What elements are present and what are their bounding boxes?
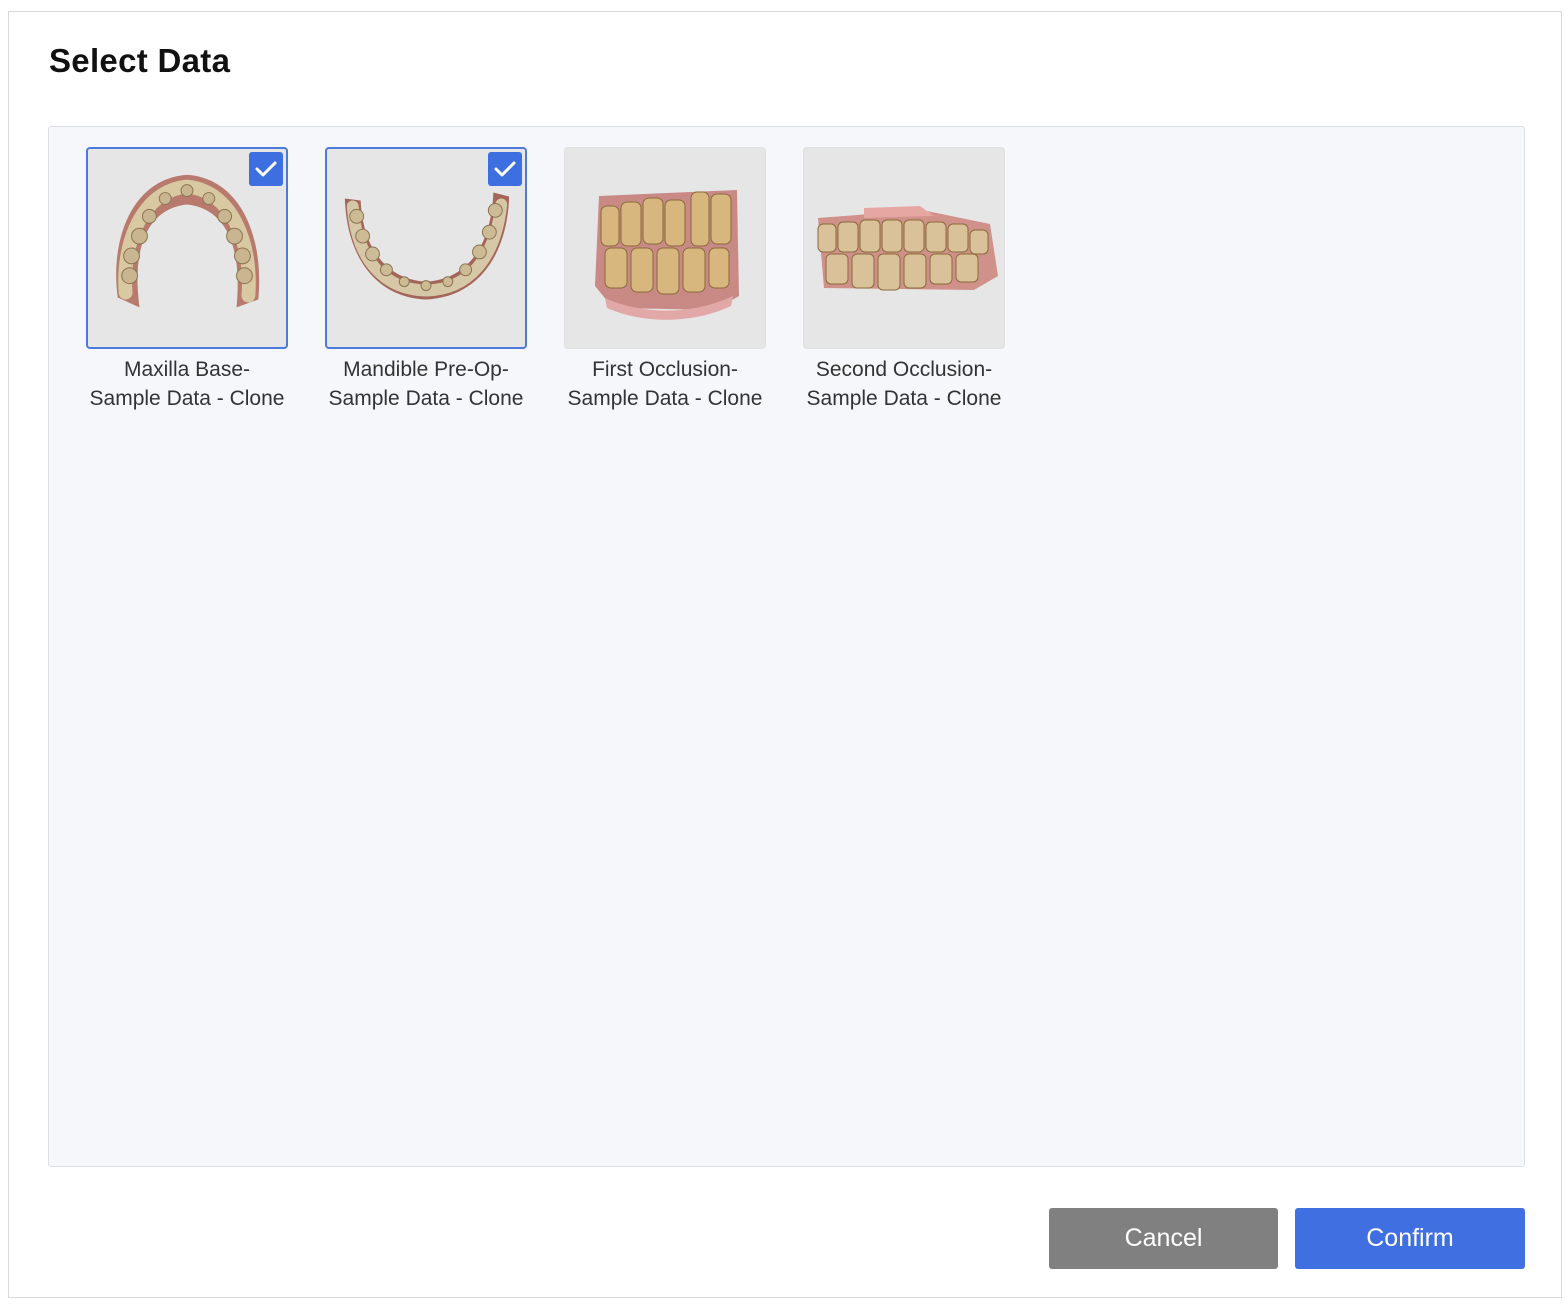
thumbnail[interactable] [325,147,527,349]
checkmark-icon [255,161,277,177]
thumbnail[interactable] [803,147,1005,349]
data-card-label: Mandible Pre-Op- Sample Data - Clone [328,358,524,410]
occlusion-icon [817,206,998,291]
data-card-first-occlusion[interactable]: First Occlusion- Sample Data - Clone [554,147,774,417]
cancel-button[interactable]: Cancel [1049,1208,1278,1269]
thumbnail[interactable] [564,147,766,349]
thumbnail[interactable] [86,147,288,349]
data-card-second-occlusion[interactable]: Second Occlusion- Sample Data - Clone [793,147,1013,417]
confirm-button[interactable]: Confirm [1295,1208,1525,1269]
checkmark-icon [494,161,516,177]
data-card-label: Maxilla Base- Sample Data - Clone [89,358,285,410]
data-card-maxilla[interactable]: Maxilla Base- Sample Data - Clone [76,147,296,417]
data-card-mandible[interactable]: Mandible Pre-Op- Sample Data - Clone [315,147,535,417]
data-card-label: Second Occlusion- Sample Data - Clone [806,358,1002,410]
dialog-title: Select Data [49,42,231,79]
checkbox-checked[interactable] [249,152,283,186]
occlusion-icon [595,190,739,320]
data-grid: Maxilla Base- Sample Data - Clone Mandib… [48,126,1525,1167]
checkbox-checked[interactable] [488,152,522,186]
data-card-label: First Occlusion- Sample Data - Clone [567,358,763,410]
select-data-dialog: Select Data Maxilla Base- Sample Data - … [8,11,1562,1298]
